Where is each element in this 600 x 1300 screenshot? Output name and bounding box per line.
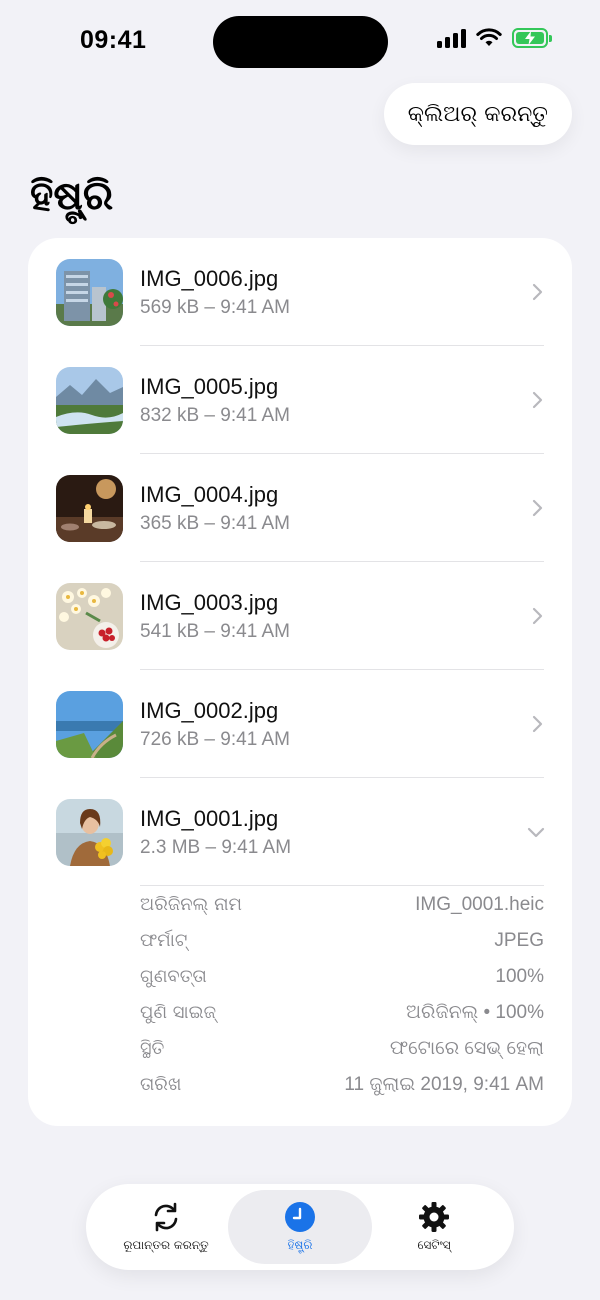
detail-label: ଫର୍ମାଟ୍ [140, 930, 188, 951]
detail-label: ସ୍ଥିତି [140, 1038, 165, 1059]
detail-label: ପୁଣି ସାଇଜ୍ [140, 1002, 217, 1023]
photo-thumbnail [56, 799, 123, 866]
detail-value: ଅରିଜିନଲ୍ • 100% [406, 1002, 544, 1023]
detail-row-date: ତାରିଖ 11 ଜୁଲାଇ 2019, 9:41 AM [140, 1068, 544, 1104]
chevron-right-icon [532, 391, 543, 409]
tab-settings[interactable]: ସେଟିଂସ୍ [362, 1190, 506, 1264]
convert-arrows-icon [154, 1202, 178, 1232]
detail-value: JPEG [494, 930, 544, 951]
file-name: IMG_0005.jpg [140, 374, 279, 399]
tab-bar: ରୂପାନ୍ତର କରନ୍ତୁ ହିଷ୍ଟ୍ରି ସେଟିଂସ୍ [86, 1184, 514, 1270]
history-list: IMG_0006.jpg 569 kB – 9:41 AM IMG_0005.j… [28, 238, 572, 1126]
cellular-signal-icon [437, 28, 466, 48]
chevron-right-icon [532, 283, 543, 301]
detail-value: 100% [495, 966, 544, 987]
tab-convert[interactable]: ରୂପାନ୍ତର କରନ୍ତୁ [94, 1190, 238, 1264]
file-name: IMG_0001.jpg [140, 806, 279, 831]
history-item[interactable]: IMG_0002.jpg 726 kB – 9:41 AM [28, 670, 572, 778]
file-meta: 365 kB – 9:41 AM [140, 513, 290, 534]
file-name: IMG_0002.jpg [140, 698, 279, 723]
file-name: IMG_0006.jpg [140, 266, 279, 291]
clock-icon [285, 1202, 315, 1232]
detail-value: ଫଟୋରେ ସେଭ୍ ହେଲା [389, 1038, 544, 1059]
history-item[interactable]: IMG_0006.jpg 569 kB – 9:41 AM [28, 238, 572, 346]
photo-thumbnail [56, 691, 123, 758]
detail-value: IMG_0001.heic [415, 894, 544, 915]
history-item[interactable]: IMG_0004.jpg 365 kB – 9:41 AM [28, 454, 572, 562]
detail-label: ଅରିଜିନଲ୍ ନାମ [140, 894, 243, 915]
dynamic-island [213, 16, 388, 68]
file-meta: 569 kB – 9:41 AM [140, 297, 290, 318]
clear-button[interactable]: କ୍ଲିଅର୍ କରନ୍ତୁ [383, 83, 572, 145]
detail-row-status: ସ୍ଥିତି ଫଟୋରେ ସେଭ୍ ହେଲା [140, 1032, 544, 1068]
photo-thumbnail [56, 259, 123, 326]
file-meta: 2.3 MB – 9:41 AM [140, 837, 292, 858]
detail-row-format: ଫର୍ମାଟ୍ JPEG [140, 924, 544, 960]
status-time: 09:41 [80, 26, 147, 54]
photo-thumbnail [56, 475, 123, 542]
separator [140, 885, 544, 886]
chevron-right-icon [532, 715, 543, 733]
status-icons [437, 28, 552, 48]
file-name: IMG_0004.jpg [140, 482, 279, 507]
tab-history[interactable]: ହିଷ୍ଟ୍ରି [228, 1190, 372, 1264]
wifi-icon [476, 28, 502, 46]
battery-charging-icon [512, 28, 552, 48]
detail-label: ତାରିଖ [140, 1074, 182, 1095]
page-title: ହିଷ୍ଟ୍ରି [30, 173, 114, 219]
detail-row-resize: ପୁଣି ସାଇଜ୍ ଅରିଜିନଲ୍ • 100% [140, 996, 544, 1032]
chevron-down-icon[interactable] [526, 825, 546, 839]
chevron-right-icon [532, 607, 543, 625]
tab-label: ରୂପାନ୍ତର କରନ୍ତୁ [123, 1238, 209, 1252]
detail-row-original-name: ଅରିଜିନଲ୍ ନାମ IMG_0001.heic [140, 888, 544, 924]
chevron-right-icon [532, 499, 543, 517]
file-meta: 726 kB – 9:41 AM [140, 729, 290, 750]
detail-label: ଗୁଣବତ୍ତା [140, 966, 207, 987]
detail-value: 11 ଜୁଲାଇ 2019, 9:41 AM [344, 1074, 544, 1095]
status-bar: 09:41 [0, 0, 600, 84]
history-item-expanded[interactable]: IMG_0001.jpg 2.3 MB – 9:41 AM [28, 778, 572, 886]
file-meta: 832 kB – 9:41 AM [140, 405, 290, 426]
gear-icon [419, 1202, 449, 1232]
photo-thumbnail [56, 367, 123, 434]
tab-label: ହିଷ୍ଟ୍ରି [287, 1238, 313, 1252]
file-meta: 541 kB – 9:41 AM [140, 621, 290, 642]
photo-thumbnail [56, 583, 123, 650]
tab-label: ସେଟିଂସ୍ [417, 1238, 451, 1252]
detail-row-quality: ଗୁଣବତ୍ତା 100% [140, 960, 544, 996]
file-name: IMG_0003.jpg [140, 590, 279, 615]
history-item[interactable]: IMG_0003.jpg 541 kB – 9:41 AM [28, 562, 572, 670]
history-item[interactable]: IMG_0005.jpg 832 kB – 9:41 AM [28, 346, 572, 454]
